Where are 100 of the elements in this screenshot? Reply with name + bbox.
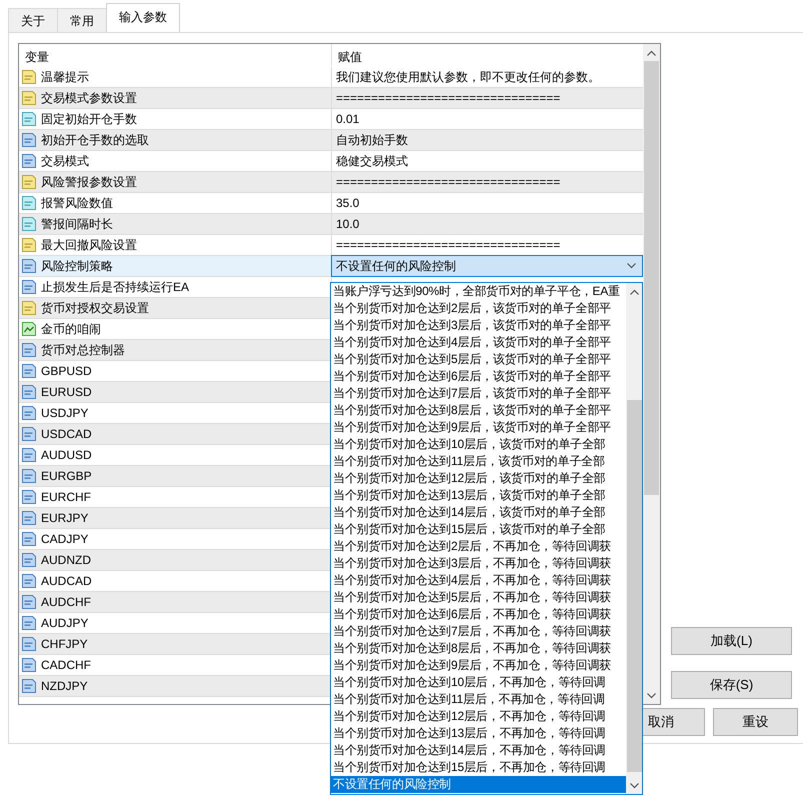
dropdown-option[interactable]: 当个别货币对加仓达到4层后，不再加仓，等待回调获 <box>331 572 626 589</box>
scroll-down-icon[interactable] <box>630 782 638 788</box>
table-cell[interactable]: AUDJPY <box>19 613 331 633</box>
tab[interactable]: 输入参数 <box>106 3 180 32</box>
table-cell[interactable]: 止损发生后是否持续运行EA <box>19 277 331 297</box>
scroll-thumb[interactable] <box>644 61 659 495</box>
table-cell[interactable]: GBPUSD <box>19 361 331 381</box>
dropdown-option[interactable]: 不设置任何的风险控制 <box>331 776 626 793</box>
document-icon <box>21 573 37 589</box>
dropdown-option[interactable]: 当个别货币对加仓达到14层后，该货币对的单子全部 <box>331 504 626 521</box>
document-icon <box>21 468 37 484</box>
dropdown-option[interactable]: 当个别货币对加仓达到6层后，该货币对的单子全部平 <box>331 368 626 385</box>
document-icon <box>21 300 37 316</box>
document-icon <box>21 132 37 148</box>
document-icon <box>21 195 37 211</box>
document-icon <box>21 69 37 85</box>
document-icon <box>21 258 37 274</box>
tab[interactable]: 常用 <box>57 8 107 32</box>
table-cell[interactable]: 金币的咱闹 <box>19 319 331 339</box>
document-icon <box>21 636 37 652</box>
table-cell[interactable]: 固定初始开仓手数 <box>19 109 331 129</box>
table-cell[interactable]: 警报间隔时长 <box>19 214 331 234</box>
scroll-up-icon[interactable] <box>630 288 638 294</box>
table-cell[interactable]: AUDNZD <box>19 550 331 570</box>
dropdown-option[interactable]: 当个别货币对加仓达到15层后，该货币对的单子全部 <box>331 521 626 538</box>
dropdown-option[interactable]: 当个别货币对加仓达到13层后，该货币对的单子全部 <box>331 487 626 504</box>
table-cell[interactable]: 风险警报参数设置 <box>19 172 331 192</box>
scroll-up-icon[interactable] <box>647 50 656 56</box>
table-cell[interactable]: 温馨提示 <box>19 67 331 87</box>
document-icon <box>21 153 37 169</box>
dropdown-option[interactable]: 当账户浮亏达到90%时，全部货币对的单子平仓，EA重 <box>331 283 626 300</box>
chart-icon <box>21 321 37 337</box>
document-icon <box>21 426 37 442</box>
table-cell[interactable]: 报警风险数值 <box>19 193 331 213</box>
dropdown-option[interactable]: 当个别货币对加仓达到11层后，该货币对的单子全部 <box>331 453 626 470</box>
table-cell[interactable]: 交易模式 <box>19 151 331 171</box>
table-cell[interactable]: 初始开仓手数的选取 <box>19 130 331 150</box>
document-icon <box>21 216 37 232</box>
table-cell[interactable]: EURCHF <box>19 487 331 507</box>
dropdown-option[interactable]: 当个别货币对加仓达到3层后，该货币对的单子全部平 <box>331 317 626 334</box>
side-button[interactable]: 保存(S) <box>671 671 792 699</box>
document-icon <box>21 594 37 610</box>
document-icon <box>21 657 37 673</box>
document-icon <box>21 363 37 379</box>
column-header[interactable]: 变量 <box>19 44 331 66</box>
dropdown-option[interactable]: 当个别货币对加仓达到10层后，该货币对的单子全部 <box>331 436 626 453</box>
table-cell[interactable]: USDCAD <box>19 424 331 444</box>
dropdown-option[interactable]: 当个别货币对加仓达到7层后，该货币对的单子全部平 <box>331 385 626 402</box>
side-button[interactable]: 加载(L) <box>671 627 792 655</box>
dropdown-field[interactable]: 不设置任何的风险控制 <box>331 255 643 277</box>
table-cell[interactable]: NZDJPY <box>19 676 331 696</box>
table-cell[interactable]: AUDCAD <box>19 571 331 591</box>
dropdown-option[interactable]: 当个别货币对加仓达到6层后，不再加仓，等待回调获 <box>331 606 626 623</box>
table-cell[interactable]: AUDCHF <box>19 592 331 612</box>
document-icon <box>21 447 37 463</box>
document-icon <box>21 342 37 358</box>
document-icon <box>21 531 37 547</box>
table-cell[interactable]: 风险控制策略 <box>19 256 331 276</box>
table-cell[interactable]: EURGBP <box>19 466 331 486</box>
dropdown-option[interactable]: 当个别货币对加仓达到9层后，不再加仓，等待回调获 <box>331 657 626 674</box>
scroll-down-icon[interactable] <box>647 692 656 698</box>
table-cell[interactable]: CHFJPY <box>19 634 331 654</box>
dropdown-option[interactable]: 当个别货币对加仓达到11层后，不再加仓，等待回调 <box>331 691 626 708</box>
chevron-down-icon[interactable] <box>627 263 636 269</box>
dropdown-option[interactable]: 当个别货币对加仓达到4层后，该货币对的单子全部平 <box>331 334 626 351</box>
dropdown-option[interactable]: 当个别货币对加仓达到3层后，不再加仓，等待回调获 <box>331 555 626 572</box>
table-cell[interactable]: 最大回撤风险设置 <box>19 235 331 255</box>
document-icon <box>21 279 37 295</box>
table-cell[interactable]: USDJPY <box>19 403 331 423</box>
dropdown-option[interactable]: 当个别货币对加仓达到14层后，不再加仓，等待回调 <box>331 742 626 759</box>
dropdown-option[interactable]: 当个别货币对加仓达到12层后，该货币对的单子全部 <box>331 470 626 487</box>
dropdown-option[interactable]: 当个别货币对加仓达到9层后，该货币对的单子全部平 <box>331 419 626 436</box>
document-icon <box>21 111 37 127</box>
table-cell[interactable]: EURUSD <box>19 382 331 402</box>
dropdown-option[interactable]: 当个别货币对加仓达到2层后，不再加仓，等待回调获 <box>331 538 626 555</box>
table-cell[interactable]: 货币对总控制器 <box>19 340 331 360</box>
dropdown-option[interactable]: 当个别货币对加仓达到5层后，不再加仓，等待回调获 <box>331 589 626 606</box>
document-icon <box>21 489 37 505</box>
document-icon <box>21 615 37 631</box>
scroll-thumb[interactable] <box>626 400 642 772</box>
document-icon <box>21 405 37 421</box>
scrollbar[interactable] <box>626 283 642 794</box>
dropdown-option[interactable]: 当个别货币对加仓达到15层后，不再加仓，等待回调 <box>331 759 626 776</box>
dialog-button[interactable]: 重设 <box>713 708 798 736</box>
table-cell[interactable]: CADJPY <box>19 529 331 549</box>
document-icon <box>21 510 37 526</box>
table-cell[interactable]: 货币对授权交易设置 <box>19 298 331 318</box>
dropdown-option[interactable]: 当个别货币对加仓达到10层后，不再加仓，等待回调 <box>331 674 626 691</box>
tab[interactable]: 关于 <box>8 8 58 32</box>
dropdown-option[interactable]: 当个别货币对加仓达到7层后，不再加仓，等待回调获 <box>331 623 626 640</box>
dropdown-option[interactable]: 当个别货币对加仓达到5层后，该货币对的单子全部平 <box>331 351 626 368</box>
table-cell[interactable]: EURJPY <box>19 508 331 528</box>
dropdown-option[interactable]: 当个别货币对加仓达到8层后，不再加仓，等待回调获 <box>331 640 626 657</box>
table-cell[interactable]: AUDUSD <box>19 445 331 465</box>
document-icon <box>21 237 37 253</box>
dropdown-option[interactable]: 当个别货币对加仓达到8层后，该货币对的单子全部平 <box>331 402 626 419</box>
scrollbar[interactable] <box>643 44 660 704</box>
table-cell[interactable]: 交易模式参数设置 <box>19 88 331 108</box>
dropdown-option[interactable]: 当个别货币对加仓达到2层后，该货币对的单子全部平 <box>331 300 626 317</box>
table-cell[interactable]: CADCHF <box>19 655 331 675</box>
